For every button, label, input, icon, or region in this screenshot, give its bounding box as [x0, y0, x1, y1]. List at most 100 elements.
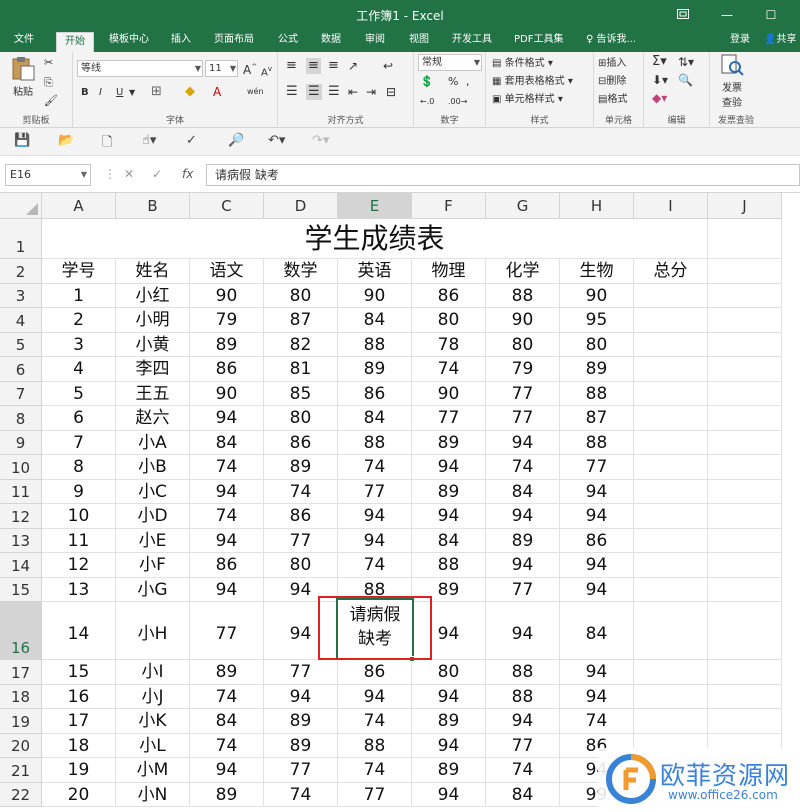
table-cell[interactable]: 74	[338, 709, 412, 734]
table-cell[interactable]: 90	[190, 283, 264, 308]
table-cell[interactable]: 94	[560, 479, 634, 504]
table-cell[interactable]: 小红	[116, 283, 190, 308]
table-cell[interactable]	[634, 684, 708, 709]
tab-templates[interactable]: 模板中心	[109, 30, 149, 52]
table-cell[interactable]: 84	[486, 782, 560, 807]
table-cell[interactable]	[634, 283, 708, 308]
row-header[interactable]: 20	[0, 733, 42, 758]
table-cell[interactable]	[634, 528, 708, 553]
table-cell[interactable]: 94	[190, 406, 264, 431]
table-cell[interactable]: 84	[412, 528, 486, 553]
table-cell[interactable]: 4	[42, 357, 116, 382]
accounting-format-icon[interactable]: 💲	[420, 74, 434, 90]
table-cell[interactable]: 84	[190, 430, 264, 455]
column-label-cell[interactable]: 英语	[338, 259, 412, 284]
tab-page-layout[interactable]: 页面布局	[214, 30, 254, 52]
print-preview-icon[interactable]: 🔎	[228, 133, 244, 148]
column-header[interactable]: J	[708, 193, 782, 219]
table-cell[interactable]	[634, 332, 708, 357]
column-header[interactable]: I	[634, 193, 708, 219]
restore-window-icon[interactable]	[668, 4, 698, 26]
table-cell[interactable]	[708, 430, 782, 455]
table-cell[interactable]: 80	[264, 283, 338, 308]
delete-cells-button[interactable]: ⊟删除	[598, 72, 626, 87]
insert-function-icon[interactable]: fx	[182, 167, 193, 181]
share-button[interactable]: 👤共享	[764, 30, 796, 50]
table-cell[interactable]: 89	[412, 479, 486, 504]
table-cell[interactable]: 94	[412, 733, 486, 758]
table-cell[interactable]: 小M	[116, 758, 190, 783]
row-header[interactable]: 22	[0, 782, 42, 807]
table-cell[interactable]: 85	[264, 381, 338, 406]
autosum-icon[interactable]: Σ▾	[652, 54, 667, 70]
font-color-icon[interactable]: A	[213, 84, 221, 100]
table-cell[interactable]: 86	[190, 357, 264, 382]
table-cell[interactable]	[708, 553, 782, 578]
table-cell[interactable]: 77	[486, 406, 560, 431]
phonetic-guide-button[interactable]: wén	[247, 84, 264, 100]
table-cell[interactable]: 89	[264, 709, 338, 734]
row-header[interactable]: 5	[0, 332, 42, 357]
table-cell[interactable]	[708, 332, 782, 357]
grow-font-button[interactable]: A^	[243, 59, 257, 78]
table-cell[interactable]: 74	[486, 758, 560, 783]
table-cell[interactable]: 89	[412, 758, 486, 783]
table-cell[interactable]: 小N	[116, 782, 190, 807]
invoice-check-button[interactable]: 发票 查验	[720, 54, 744, 109]
table-cell[interactable]: 88	[486, 283, 560, 308]
tab-file[interactable]: 文件	[14, 30, 34, 52]
table-cell[interactable]: 78	[412, 332, 486, 357]
table-cell[interactable]	[708, 660, 782, 685]
table-cell[interactable]: 94	[486, 602, 560, 660]
row-header[interactable]: 6	[0, 357, 42, 382]
row-header[interactable]: 15	[0, 577, 42, 602]
row-header[interactable]: 16	[0, 602, 42, 660]
bold-button[interactable]: B	[81, 85, 89, 101]
table-cell[interactable]: 小B	[116, 455, 190, 480]
table-cell[interactable]: 9	[42, 479, 116, 504]
insert-cells-button[interactable]: ⊞插入	[598, 54, 626, 69]
table-cell[interactable]: 74	[190, 504, 264, 529]
table-cell[interactable]: 77	[338, 782, 412, 807]
table-cell[interactable]	[708, 357, 782, 382]
table-cell[interactable]: 赵六	[116, 406, 190, 431]
table-cell[interactable]: 86	[264, 504, 338, 529]
row-header[interactable]: 19	[0, 709, 42, 734]
format-painter-icon[interactable]: 🖌	[44, 94, 58, 107]
table-cell[interactable]: 94	[486, 709, 560, 734]
column-label-cell[interactable]: 物理	[412, 259, 486, 284]
table-cell[interactable]	[708, 381, 782, 406]
table-cell[interactable]: 86	[190, 553, 264, 578]
italic-button[interactable]: I	[99, 85, 102, 101]
table-cell[interactable]: 86	[264, 430, 338, 455]
touch-mode-icon[interactable]: ☝▾	[142, 133, 156, 148]
table-cell[interactable]	[634, 406, 708, 431]
table-cell[interactable]: 74	[190, 455, 264, 480]
table-cell[interactable]: 77	[264, 660, 338, 685]
table-cell[interactable]: 小明	[116, 308, 190, 333]
align-top-icon[interactable]: ≡	[286, 58, 297, 74]
font-name-select[interactable]: 等线 ▼	[77, 60, 203, 77]
table-cell[interactable]	[634, 479, 708, 504]
table-cell[interactable]: 94	[338, 684, 412, 709]
table-cell[interactable]: 11	[42, 528, 116, 553]
increase-decimal-icon[interactable]: ←.0	[420, 94, 434, 110]
format-as-table-button[interactable]: ▦ 套用表格格式 ▾	[492, 72, 573, 87]
conditional-formatting-button[interactable]: ▤ 条件格式 ▾	[492, 54, 553, 69]
table-cell[interactable]: 94	[486, 430, 560, 455]
column-header[interactable]: D	[264, 193, 338, 219]
table-cell[interactable]: 74	[486, 455, 560, 480]
table-cell[interactable]: 小黄	[116, 332, 190, 357]
table-cell[interactable]: 90	[338, 283, 412, 308]
row-header[interactable]: 7	[0, 381, 42, 406]
table-cell[interactable]: 86	[560, 528, 634, 553]
table-cell[interactable]: 小G	[116, 577, 190, 602]
redo-icon[interactable]: ↷▾	[312, 133, 329, 148]
table-cell[interactable]	[708, 283, 782, 308]
table-cell[interactable]: 74	[338, 553, 412, 578]
table-cell[interactable]: 6	[42, 406, 116, 431]
table-cell[interactable]: 88	[560, 430, 634, 455]
table-cell[interactable]: 80	[264, 406, 338, 431]
table-cell[interactable]: 90	[486, 308, 560, 333]
column-header[interactable]: A	[42, 193, 116, 219]
